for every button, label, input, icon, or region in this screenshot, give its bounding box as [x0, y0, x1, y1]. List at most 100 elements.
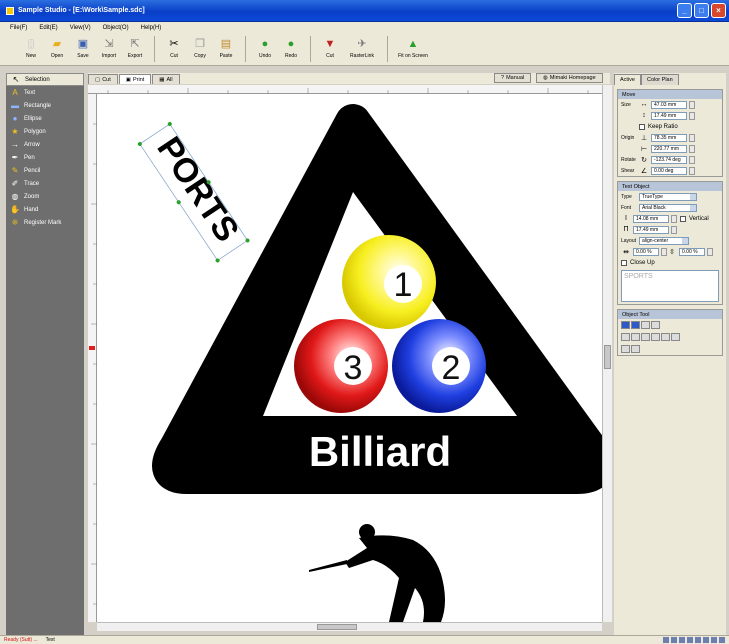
paste-button[interactable]: ▤ Paste [213, 34, 239, 64]
width-field[interactable]: 47.03 mm [651, 100, 687, 109]
undo-button[interactable]: ● Undo [252, 34, 278, 64]
font-size-field[interactable]: 14.08 mm [633, 214, 669, 223]
player-silhouette[interactable] [309, 524, 445, 622]
maximize-button[interactable]: □ [694, 3, 709, 18]
selection-handle[interactable] [176, 199, 182, 205]
tool-hand[interactable]: ✋ Hand [6, 203, 84, 216]
line-height-field[interactable]: 17.49 mm [633, 225, 669, 234]
align-button[interactable] [661, 333, 670, 341]
tool-zoom[interactable]: ◍ Zoom [6, 190, 84, 203]
paste-icon: ▤ [220, 38, 232, 50]
vertical-checkbox[interactable] [680, 215, 686, 222]
layout-select[interactable]: align-center [639, 236, 689, 245]
homepage-button[interactable]: ◍ Mimaki Homepage [536, 73, 603, 83]
object-tool-button[interactable] [651, 321, 660, 329]
tool-register-mark[interactable]: ⁜ Register Mark [6, 216, 84, 229]
tool-trace[interactable]: ✐ Trace [6, 177, 84, 190]
font-select[interactable]: Arial Black [639, 203, 697, 212]
height-spinner[interactable] [689, 111, 695, 120]
line-spacing-field[interactable]: 0.00 % [679, 247, 705, 256]
menu-view[interactable]: View(V) [64, 25, 97, 31]
tool-polygon[interactable]: ★ Polygon [6, 125, 84, 138]
horizontal-scrollbar[interactable] [97, 622, 602, 631]
copy-button[interactable]: ❐ Copy [187, 34, 213, 64]
fit-on-screen-button[interactable]: ▲ Fit on Screen [394, 34, 432, 64]
menu-edit[interactable]: Edit(E) [33, 25, 63, 31]
shear-field[interactable]: 0.00 deg [651, 166, 687, 175]
open-button[interactable]: ▰ Open [44, 34, 70, 64]
tab-all[interactable]: ▦ All [152, 74, 180, 84]
close-up-checkbox[interactable] [621, 259, 627, 266]
align-button[interactable] [631, 333, 640, 341]
new-button[interactable]: ▯ New [18, 34, 44, 64]
status-icon[interactable] [687, 637, 693, 643]
align-button[interactable] [621, 333, 630, 341]
align-button[interactable] [641, 333, 650, 341]
shear-spinner[interactable] [689, 166, 695, 175]
selection-handle[interactable] [167, 121, 173, 127]
cut-button[interactable]: ✂ Cut [161, 34, 187, 64]
align-button[interactable] [621, 345, 630, 353]
selection-handle[interactable] [215, 258, 221, 264]
status-icon[interactable] [719, 637, 725, 643]
text-content-box[interactable]: SPORTS [621, 270, 719, 302]
import-button[interactable]: ⇲ Import [96, 34, 122, 64]
tab-color-plan[interactable]: Color Plan [640, 74, 679, 85]
tab-cut[interactable]: ▢ Cut [88, 74, 118, 84]
manual-button[interactable]: ? Manual [494, 73, 532, 83]
tab-active[interactable]: Active [614, 74, 641, 85]
align-button[interactable] [631, 345, 640, 353]
tool-pencil[interactable]: ✎ Pencil [6, 164, 84, 177]
horizontal-scroll-thumb[interactable] [317, 624, 357, 630]
object-tool-button[interactable] [641, 321, 650, 329]
rotate-spinner[interactable] [689, 155, 695, 164]
tool-pen[interactable]: ✒ Pen [6, 151, 84, 164]
rasterlink-button[interactable]: ✈ RasterLink [343, 34, 381, 64]
type-select[interactable]: TrueType [639, 192, 697, 201]
cutter-button[interactable]: ▼ Cut [317, 34, 343, 64]
height-field[interactable]: 17.49 mm [651, 111, 687, 120]
object-tool-button[interactable] [631, 321, 640, 329]
tool-arrow[interactable]: → Arrow [6, 138, 84, 151]
keep-ratio-checkbox[interactable] [639, 123, 645, 130]
status-icon[interactable] [711, 637, 717, 643]
rotate-field[interactable]: -123.74 deg [651, 155, 687, 164]
save-button[interactable]: ▣ Save [70, 34, 96, 64]
origin-y-spinner[interactable] [689, 144, 695, 153]
tool-text[interactable]: A Text [6, 86, 84, 99]
redo-button[interactable]: ● Redo [278, 34, 304, 64]
font-size-spinner[interactable] [671, 214, 677, 223]
minimize-button[interactable]: _ [677, 3, 692, 18]
vertical-scrollbar[interactable] [602, 85, 612, 622]
selection-handle[interactable] [137, 141, 143, 147]
menu-object[interactable]: Object(O) [97, 25, 135, 31]
vertical-scroll-thumb[interactable] [604, 345, 611, 369]
menu-file[interactable]: File(F) [4, 25, 33, 31]
object-tool-button[interactable] [621, 321, 630, 329]
line-height-spinner[interactable] [671, 225, 677, 234]
billiard-text[interactable]: Billiard [309, 428, 451, 475]
origin-x-field[interactable]: 78.35 mm [651, 133, 687, 142]
width-spinner[interactable] [689, 100, 695, 109]
char-spacing-field[interactable]: 0.00 % [633, 247, 659, 256]
align-button[interactable] [671, 333, 680, 341]
status-icon[interactable] [671, 637, 677, 643]
status-icon[interactable] [703, 637, 709, 643]
line-spacing-spinner[interactable] [707, 247, 713, 256]
menu-help[interactable]: Help(H) [135, 25, 168, 31]
tool-selection[interactable]: ↖ Selection [6, 73, 84, 86]
status-icon[interactable] [663, 637, 669, 643]
drawing-canvas[interactable]: 1 3 2 Billiard PORTS [97, 94, 602, 622]
align-button[interactable] [651, 333, 660, 341]
selection-handle[interactable] [245, 238, 251, 244]
status-icon[interactable] [695, 637, 701, 643]
tab-print[interactable]: ▣ Print [118, 74, 152, 84]
rotated-text-object[interactable]: PORTS [137, 119, 254, 263]
close-button[interactable]: × [711, 3, 726, 18]
status-icon[interactable] [679, 637, 685, 643]
origin-y-field[interactable]: 220.77 mm [651, 144, 687, 153]
export-button[interactable]: ⇱ Export [122, 34, 148, 64]
origin-x-spinner[interactable] [689, 133, 695, 142]
tool-ellipse[interactable]: ● Ellipse [6, 112, 84, 125]
tool-rectangle[interactable]: ▬ Rectangle [6, 99, 84, 112]
